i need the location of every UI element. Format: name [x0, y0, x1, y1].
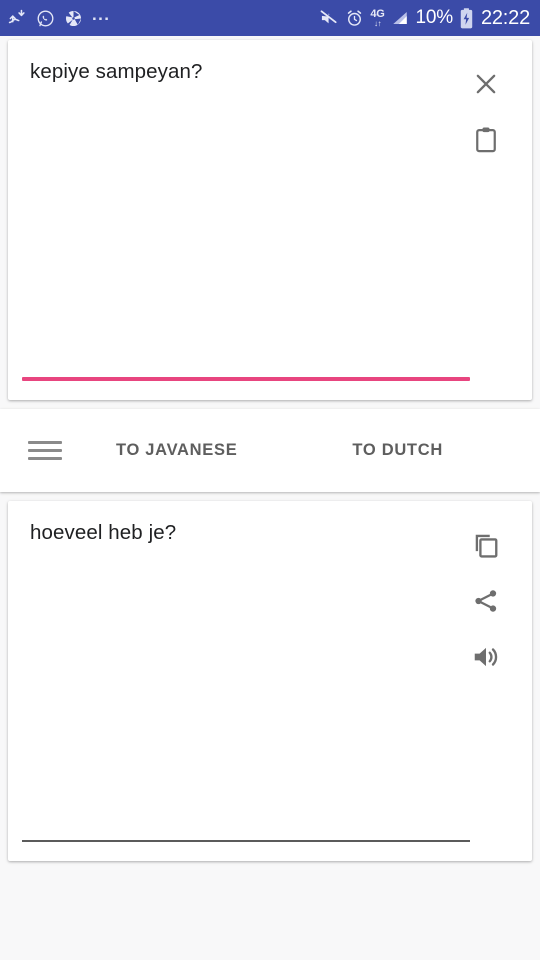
battery-charging-icon — [459, 7, 474, 29]
target-card-row: hoeveel heb je? — [30, 519, 512, 861]
status-bar-left-group: ... — [8, 5, 111, 28]
source-card-row: kepiye sampeyan? — [30, 58, 512, 400]
hamburger-bar — [28, 449, 62, 452]
data-transfer-icon — [8, 9, 27, 28]
share-icon[interactable] — [463, 578, 509, 624]
hamburger-bar — [28, 457, 62, 460]
copy-icon[interactable] — [463, 522, 509, 568]
status-bar-right-group: 4G ↓↑ 10% 22:22 — [319, 7, 530, 30]
whatsapp-icon — [36, 9, 55, 28]
source-action-icons — [460, 58, 512, 163]
camera-shutter-icon — [64, 9, 83, 28]
network-activity-arrows: ↓↑ — [373, 18, 382, 28]
translate-direction-toolbar: TO JAVANESE TO DUTCH — [0, 409, 540, 492]
signal-bars-icon — [390, 9, 410, 27]
source-text-area[interactable]: kepiye sampeyan? — [30, 58, 460, 86]
status-overflow-dots: ... — [92, 5, 111, 24]
network-type-indicator: 4G ↓↑ — [370, 7, 385, 28]
hamburger-bar — [28, 441, 62, 444]
source-field-underline — [22, 377, 470, 381]
target-action-icons — [460, 519, 512, 680]
close-icon[interactable] — [463, 61, 509, 107]
to-dutch-button[interactable]: TO DUTCH — [348, 431, 447, 470]
target-field-underline — [22, 840, 470, 842]
source-text[interactable]: kepiye sampeyan? — [30, 58, 460, 86]
network-type-label: 4G — [370, 7, 385, 20]
target-text-area: hoeveel heb je? — [30, 519, 460, 547]
clipboard-paste-icon[interactable] — [463, 117, 509, 163]
target-text-card[interactable]: hoeveel heb je? — [8, 501, 532, 861]
status-bar: ... 4G ↓↑ 10% 22:22 — [0, 0, 540, 36]
to-javanese-button[interactable]: TO JAVANESE — [112, 431, 241, 470]
battery-percentage: 10% — [415, 7, 454, 28]
target-text: hoeveel heb je? — [30, 521, 177, 544]
alarm-clock-icon — [345, 9, 364, 28]
source-text-card[interactable]: kepiye sampeyan? — [8, 40, 532, 400]
hamburger-menu-icon[interactable] — [28, 436, 64, 466]
mute-icon — [319, 8, 339, 28]
status-bar-clock: 22:22 — [480, 6, 530, 29]
speaker-volume-icon[interactable] — [463, 634, 509, 680]
